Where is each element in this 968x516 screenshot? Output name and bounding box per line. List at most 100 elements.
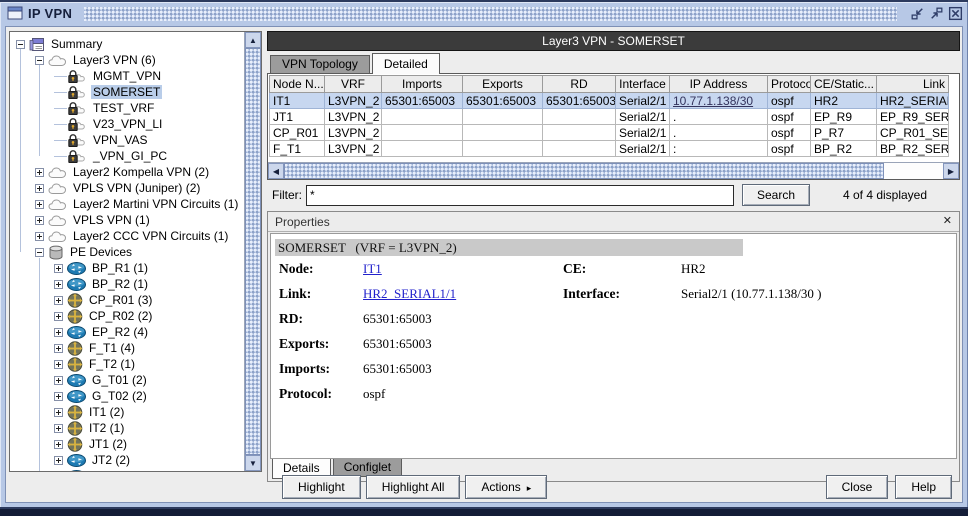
tree-item-vpls-vpn-juniper-2[interactable]: VPLS VPN (Juniper) (2) [35,180,202,196]
help-button[interactable]: Help [895,475,952,499]
property-value-interface: Serial2/1 (10.77.1.138/30 ) [681,286,821,302]
actions-button[interactable]: Actions▸ [465,475,547,499]
collapse-icon[interactable] [35,56,44,65]
property-value-link-link[interactable]: HR2_SERIAL1/1 [363,286,456,302]
tree-item-layer2-ccc-vpn-circuits-1[interactable]: Layer2 CCC VPN Circuits (1) [35,228,230,244]
scroll-right-icon[interactable]: ▶ [943,163,959,179]
expand-icon[interactable] [54,376,63,385]
column-header-vrf[interactable]: VRF [325,76,382,93]
properties-close-icon[interactable]: ✕ [943,216,952,227]
expand-icon[interactable] [54,408,63,417]
tree-item-v23-vpn-li[interactable]: V23_VPN_LI [54,116,164,132]
properties-panel: Properties ✕ SOMERSET (VRF = L3VPN_2) No… [267,211,960,482]
scroll-down-icon[interactable]: ▼ [245,455,261,471]
expand-icon[interactable] [35,232,44,241]
tree-item-cp-r01-3[interactable]: CP_R01 (3) [54,292,154,308]
expand-icon[interactable] [54,360,63,369]
tree-scrollbar-thumb[interactable] [245,48,261,455]
tree-item-it2-1[interactable]: IT2 (1) [54,420,126,436]
tree-item-cp-r02-2[interactable]: CP_R02 (2) [54,308,154,324]
column-header-exports[interactable]: Exports [463,76,543,93]
expand-icon[interactable] [54,280,63,289]
tree-item-layer3-vpn-6[interactable]: Layer3 VPN (6) [35,52,158,68]
table-row-cp-r01[interactable]: CP_R01L3VPN_2Serial2/1.ospfP_R7CP_R01_SE… [270,125,949,141]
table-scrollbar-thumb[interactable] [284,163,884,179]
expand-icon[interactable] [54,312,63,321]
tab-detailed[interactable]: Detailed [372,53,440,74]
column-header-protocol[interactable]: Protocol [768,76,811,93]
tree-item-ep-r2-4[interactable]: EP_R2 (4) [54,324,150,340]
tree-item-summary[interactable]: Summary [16,36,104,52]
column-header-ip-address[interactable]: IP Address [670,76,768,93]
maximize-button[interactable] [928,5,945,22]
close-button[interactable]: Close [826,475,889,499]
tree-item-bp-r1-1[interactable]: BP_R1 (1) [54,260,150,276]
tree-item-layer2-kompella-vpn-2[interactable]: Layer2 Kompella VPN (2) [35,164,211,180]
highlight-all-button[interactable]: Highlight All [366,475,461,499]
cell-node-n: IT1 [270,93,325,109]
collapse-icon[interactable] [35,248,44,257]
column-header-node-n[interactable]: Node N... [270,76,325,93]
property-value-node-link[interactable]: IT1 [363,261,382,277]
tree-item-test-vrf[interactable]: TEST_VRF [54,100,156,116]
table-h-scrollbar[interactable]: ◀ ▶ [268,162,959,179]
column-header-rd[interactable]: RD [543,76,616,93]
table-row-f-t1[interactable]: F_T1L3VPN_2Serial2/1:ospfBP_R2BP_R2_SERI [270,141,949,157]
expand-icon[interactable] [54,392,63,401]
minimize-button[interactable] [909,5,926,22]
column-header-imports[interactable]: Imports [382,76,463,93]
tree-item-somerset[interactable]: SOMERSET [54,84,162,100]
column-header-interface[interactable]: Interface [616,76,670,93]
cell-ip-address: : [670,141,768,157]
expand-icon[interactable] [54,344,63,353]
highlight-button[interactable]: Highlight [282,475,361,499]
window-close-button[interactable] [947,5,964,22]
tree-item-jt2-2[interactable]: JT2 (2) [54,452,132,468]
tree-scrollbar[interactable]: ▲ ▼ [244,32,261,471]
table-row-jt1[interactable]: JT1L3VPN_2Serial2/1.ospfEP_R9EP_R9_SERI [270,109,949,125]
expand-icon[interactable] [54,424,63,433]
expand-icon[interactable] [35,184,44,193]
tree-item-jt1-2[interactable]: JT1 (2) [54,436,129,452]
search-button[interactable]: Search [742,184,810,206]
tree-item-bp-r2-1[interactable]: BP_R2 (1) [54,276,150,292]
ip-vpn-window: IP VPN SummaryLayer3 VPN (6)MGMT_VPNSOME… [0,0,968,509]
tree-item-label: JT2 (2) [90,453,132,467]
expand-icon[interactable] [35,216,44,225]
tree-item-layer2-martini-vpn-circuits-1[interactable]: Layer2 Martini VPN Circuits (1) [35,196,240,212]
column-header-link[interactable]: Link [877,76,949,93]
tree-item-vpn-vas[interactable]: VPN_VAS [54,132,149,148]
filter-input[interactable] [306,185,734,206]
filter-label: Filter: [272,188,302,202]
expand-icon[interactable] [35,200,44,209]
tree-item-pe-devices[interactable]: PE Devices [35,244,134,260]
scroll-left-icon[interactable]: ◀ [268,163,284,179]
tree-item-f-t2-1[interactable]: F_T2 (1) [54,356,137,372]
tree-item-g-t01-2[interactable]: G_T01 (2) [54,372,149,388]
expand-icon[interactable] [35,168,44,177]
collapse-icon[interactable] [16,40,25,49]
tree-item-f-t1-4[interactable]: F_T1 (4) [54,340,137,356]
expand-icon[interactable] [54,456,63,465]
window-icon [7,6,23,20]
tree-item-label: G_T02 (2) [90,389,149,403]
tree-item-vpls-vpn-1[interactable]: VPLS VPN (1) [35,212,152,228]
expand-icon[interactable] [54,264,63,273]
tree-item-it1-2[interactable]: IT1 (2) [54,404,126,420]
tree-item-g-t02-2[interactable]: G_T02 (2) [54,388,149,404]
table-scrollbar-track[interactable] [884,163,943,179]
tree-connector-line [54,108,67,109]
tree-item-label: Layer2 Martini VPN Circuits (1) [71,197,240,211]
expand-icon[interactable] [54,440,63,449]
tree-item-vpn-gi-pc[interactable]: _VPN_GI_PC [54,148,169,164]
ip-address-link[interactable]: 10.77.1.138/30 [673,94,753,108]
column-header-ce-static[interactable]: CE/Static... [811,76,877,93]
expand-icon[interactable] [54,296,63,305]
table-row-it1[interactable]: IT1L3VPN_265301:6500365301:6500365301:65… [270,93,949,109]
cell-exports [463,109,543,125]
tree-item-mgmt-vpn[interactable]: MGMT_VPN [54,68,163,84]
scroll-up-icon[interactable]: ▲ [245,32,261,48]
tab-vpn-topology[interactable]: VPN Topology [270,55,370,73]
expand-icon[interactable] [54,328,63,337]
tree-item-row-27[interactable] [54,468,94,471]
